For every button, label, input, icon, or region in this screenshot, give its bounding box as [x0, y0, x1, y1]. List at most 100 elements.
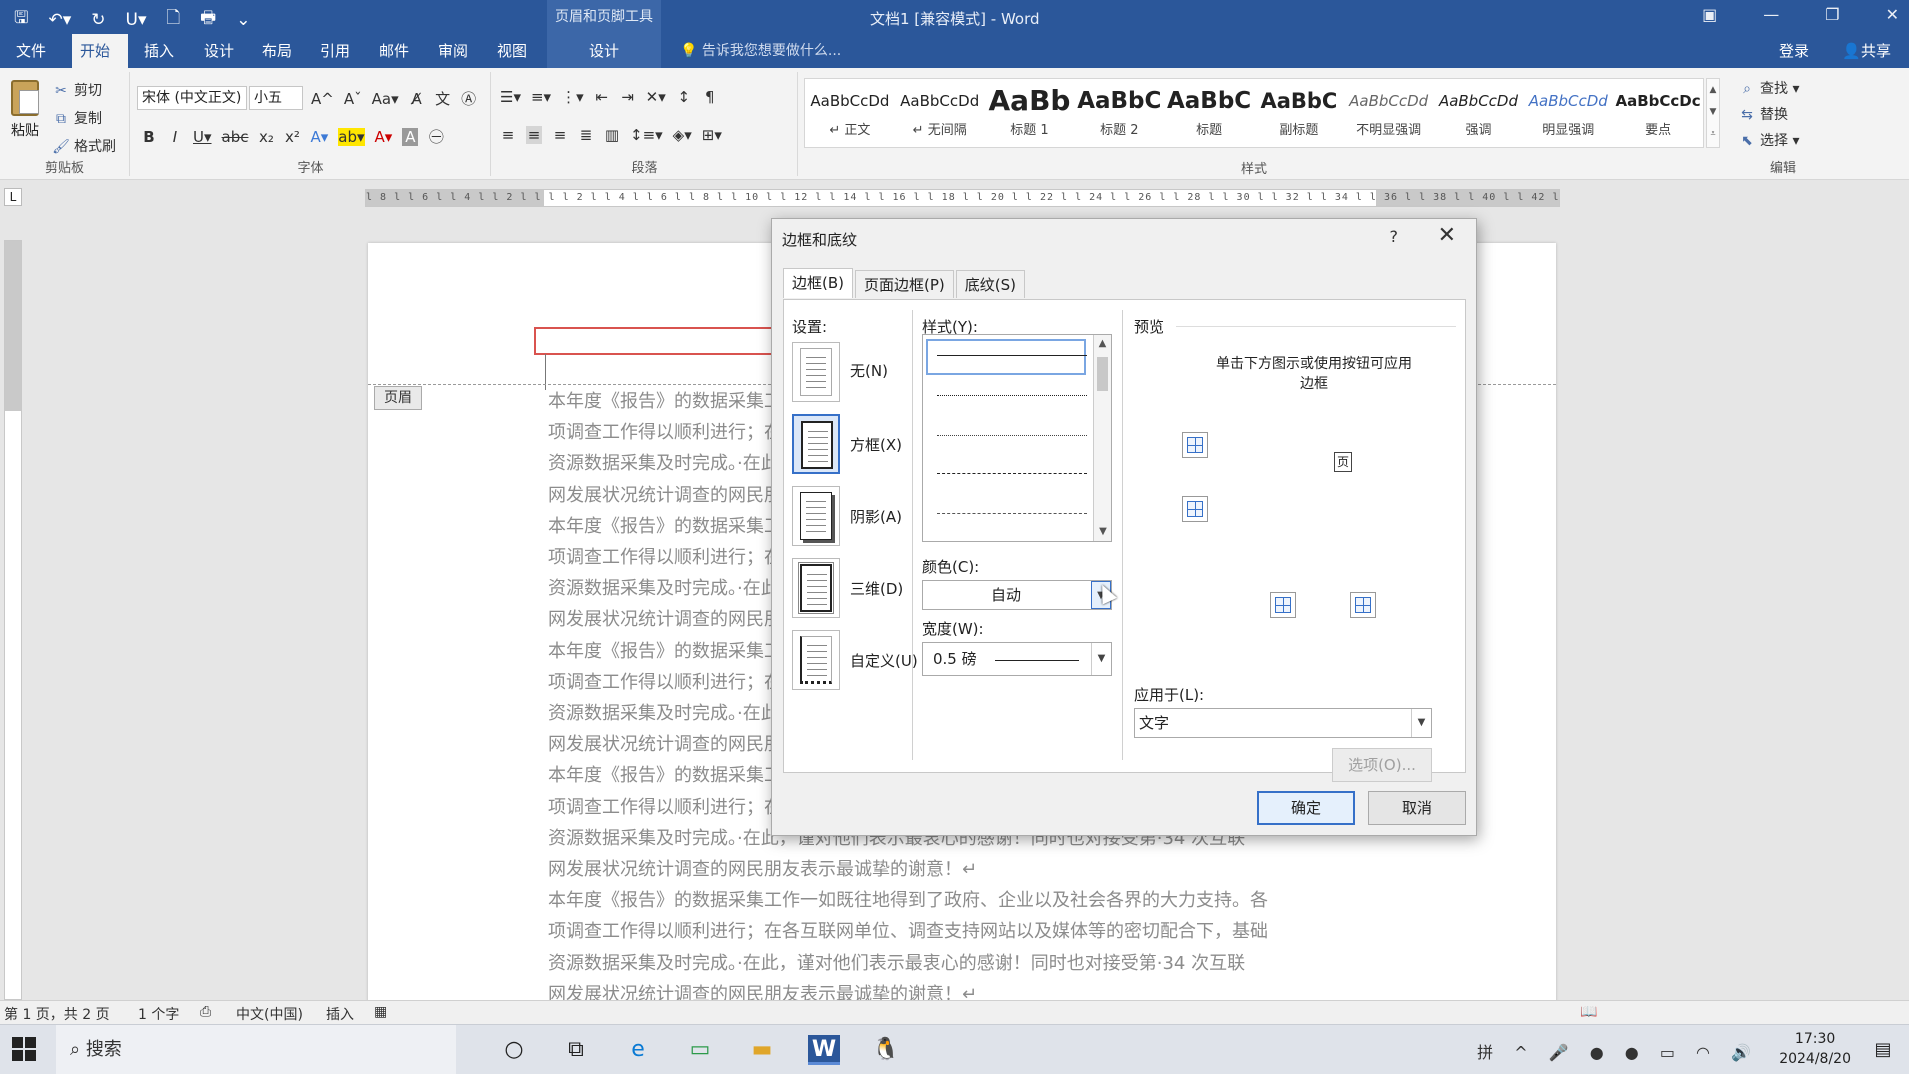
- tab-mailings[interactable]: 邮件: [371, 34, 417, 68]
- line-style-fine-dash[interactable]: [937, 435, 1087, 436]
- width-select[interactable]: 0.5 磅 ▼: [922, 642, 1112, 676]
- setting-shadow[interactable]: [792, 486, 840, 546]
- format-painter-button[interactable]: 🖌 格式刷: [52, 136, 116, 156]
- cut-button[interactable]: ✂ 剪切: [52, 80, 102, 100]
- line-style-dashed[interactable]: [937, 473, 1087, 474]
- new-doc-icon[interactable]: 🗋: [167, 5, 181, 34]
- top-border-button[interactable]: [1182, 432, 1208, 458]
- superscript-icon[interactable]: x²: [284, 128, 300, 146]
- undo-icon[interactable]: ↶▾: [48, 10, 71, 30]
- italic-icon[interactable]: I: [167, 128, 183, 146]
- scroll-thumb[interactable]: [1097, 357, 1108, 391]
- text-effects-icon[interactable]: A▾: [310, 128, 328, 146]
- style-list-scrollbar[interactable]: ▲ ▼: [1093, 335, 1111, 541]
- font-name-select[interactable]: 宋体 (中文正文): [137, 86, 247, 110]
- show-marks-icon[interactable]: ¶: [702, 88, 718, 106]
- left-border-button[interactable]: [1270, 592, 1296, 618]
- tab-references[interactable]: 引用: [312, 34, 358, 68]
- scroll-down-icon[interactable]: ▼: [1094, 523, 1112, 541]
- tab-layout[interactable]: 布局: [254, 34, 300, 68]
- underline-button-icon[interactable]: U▾: [193, 128, 212, 146]
- tab-borders[interactable]: 边框(B): [783, 268, 853, 298]
- file-explorer-icon[interactable]: ▬: [746, 1035, 778, 1065]
- share-button[interactable]: 👤共享: [1842, 34, 1891, 68]
- tab-shading[interactable]: 底纹(S): [955, 270, 1025, 298]
- char-border-icon[interactable]: Ⓐ: [461, 88, 477, 109]
- numbering-icon[interactable]: ≡▾: [531, 88, 551, 106]
- tab-review[interactable]: 审阅: [430, 34, 476, 68]
- enclose-char-icon[interactable]: ㊀: [428, 126, 444, 147]
- setting-3d[interactable]: [792, 558, 840, 618]
- page-count[interactable]: 第 1 页，共 2 页: [4, 1004, 110, 1024]
- style-subtle-emphasis[interactable]: AaBbCcDd 不明显强调: [1344, 79, 1434, 147]
- customize-qat-icon[interactable]: ⌄: [236, 10, 250, 30]
- chevron-down-icon[interactable]: ▼: [1091, 643, 1111, 675]
- bottom-border-button[interactable]: [1182, 496, 1208, 522]
- edge-icon[interactable]: e: [622, 1035, 654, 1065]
- underline-icon[interactable]: U▾: [126, 10, 147, 30]
- line-style-list[interactable]: ▲ ▼: [922, 334, 1112, 542]
- style-title[interactable]: AaBbC 标题: [1164, 79, 1254, 147]
- options-button[interactable]: 选项(O)...: [1332, 748, 1432, 782]
- document-line[interactable]: 本年度《报告》的数据采集工作一如既往地得到了政府、企业以及社会各界的大力支持。各: [548, 885, 1388, 916]
- style-heading-1[interactable]: AaBb 标题 1: [985, 79, 1075, 147]
- chinese-layout-icon[interactable]: ✕▾: [646, 88, 666, 106]
- notification-icon[interactable]: ▤: [1867, 1035, 1899, 1065]
- line-style-dash-dot[interactable]: [937, 513, 1087, 514]
- task-view-icon[interactable]: ⧉: [560, 1035, 592, 1065]
- font-size-select[interactable]: 小五: [249, 86, 303, 110]
- clear-format-icon[interactable]: A̸: [409, 90, 425, 108]
- setting-custom[interactable]: [792, 630, 840, 690]
- minimize-icon[interactable]: —: [1763, 5, 1779, 24]
- align-right-icon[interactable]: ≡: [552, 126, 568, 144]
- copy-button[interactable]: ⧉ 复制: [52, 108, 102, 128]
- line-style-selected[interactable]: [926, 339, 1086, 375]
- subscript-icon[interactable]: x₂: [258, 128, 274, 146]
- screen-app-icon[interactable]: ▭: [684, 1035, 716, 1065]
- windows-start-icon[interactable]: [12, 1037, 36, 1061]
- right-border-button[interactable]: [1350, 592, 1376, 618]
- language[interactable]: 中文(中国): [236, 1004, 303, 1024]
- redo-icon[interactable]: ↻: [91, 10, 105, 30]
- vertical-ruler[interactable]: [4, 240, 22, 1000]
- cortana-icon[interactable]: ○: [498, 1035, 530, 1065]
- taskbar-search[interactable]: ⌕ 搜索: [56, 1025, 456, 1074]
- word-taskbar-icon[interactable]: W: [808, 1035, 840, 1065]
- apply-to-select[interactable]: 文字 ▼: [1134, 708, 1432, 738]
- tab-page-border[interactable]: 页面边框(P): [855, 270, 954, 298]
- tab-selector[interactable]: L: [4, 188, 22, 206]
- print-preview-icon[interactable]: 🖶: [200, 5, 216, 34]
- tab-header-footer-design[interactable]: 设计: [547, 34, 661, 68]
- line-style-solid[interactable]: [937, 355, 1087, 356]
- highlight-icon[interactable]: ab▾: [338, 127, 365, 146]
- help-button[interactable]: ?: [1390, 227, 1399, 246]
- shrink-font-icon[interactable]: Aˇ: [344, 90, 362, 108]
- color-select[interactable]: 自动 ▼: [922, 580, 1112, 610]
- proofing-icon[interactable]: ⎙: [200, 1004, 211, 1020]
- phonetic-guide-icon[interactable]: 文: [435, 88, 451, 109]
- change-case-icon[interactable]: Aa▾: [372, 90, 399, 108]
- justify-icon[interactable]: ≣: [578, 126, 594, 144]
- qq-icon[interactable]: 🐧: [870, 1035, 902, 1065]
- ime-indicator[interactable]: 拼: [1477, 1043, 1501, 1062]
- tab-file[interactable]: 文件: [8, 34, 54, 68]
- dialog-close-button[interactable]: ✕: [1438, 223, 1456, 248]
- horizontal-ruler[interactable]: l 8 l l 6 l l 4 l l 2 l l l l 2 l l 4 l …: [365, 189, 1560, 207]
- bullets-icon[interactable]: ☰▾: [500, 88, 521, 106]
- save-icon[interactable]: 🖫: [14, 5, 28, 34]
- style-no-spacing[interactable]: AaBbCcDd ↵ 无间隔: [895, 79, 985, 147]
- grow-font-icon[interactable]: A^: [311, 90, 334, 108]
- line-style-dotted[interactable]: [937, 395, 1087, 396]
- read-mode-icon[interactable]: 📖: [1580, 1004, 1597, 1020]
- chevron-down-icon[interactable]: ▼: [1411, 709, 1431, 737]
- document-line[interactable]: 资源数据采集及时完成。·在此，谨对他们表示最衷心的感谢！同时也对接受第·34 次…: [548, 948, 1388, 979]
- scroll-up-icon[interactable]: ▲: [1094, 335, 1111, 353]
- system-tray[interactable]: 拼 ^ 🎤 ● ● ▭ ◠ 🔊: [1477, 1039, 1759, 1063]
- ribbon-display-icon[interactable]: ▣: [1702, 5, 1717, 24]
- close-icon[interactable]: ✕: [1886, 5, 1899, 24]
- borders-icon[interactable]: ⊞▾: [702, 126, 722, 144]
- find-button[interactable]: ⌕ 查找 ▾: [1738, 78, 1799, 98]
- font-color-icon[interactable]: A▾: [375, 128, 393, 146]
- styles-gallery-scroll[interactable]: ▲ ▼ ⩡: [1706, 78, 1720, 148]
- sort-icon[interactable]: ↕: [676, 88, 692, 106]
